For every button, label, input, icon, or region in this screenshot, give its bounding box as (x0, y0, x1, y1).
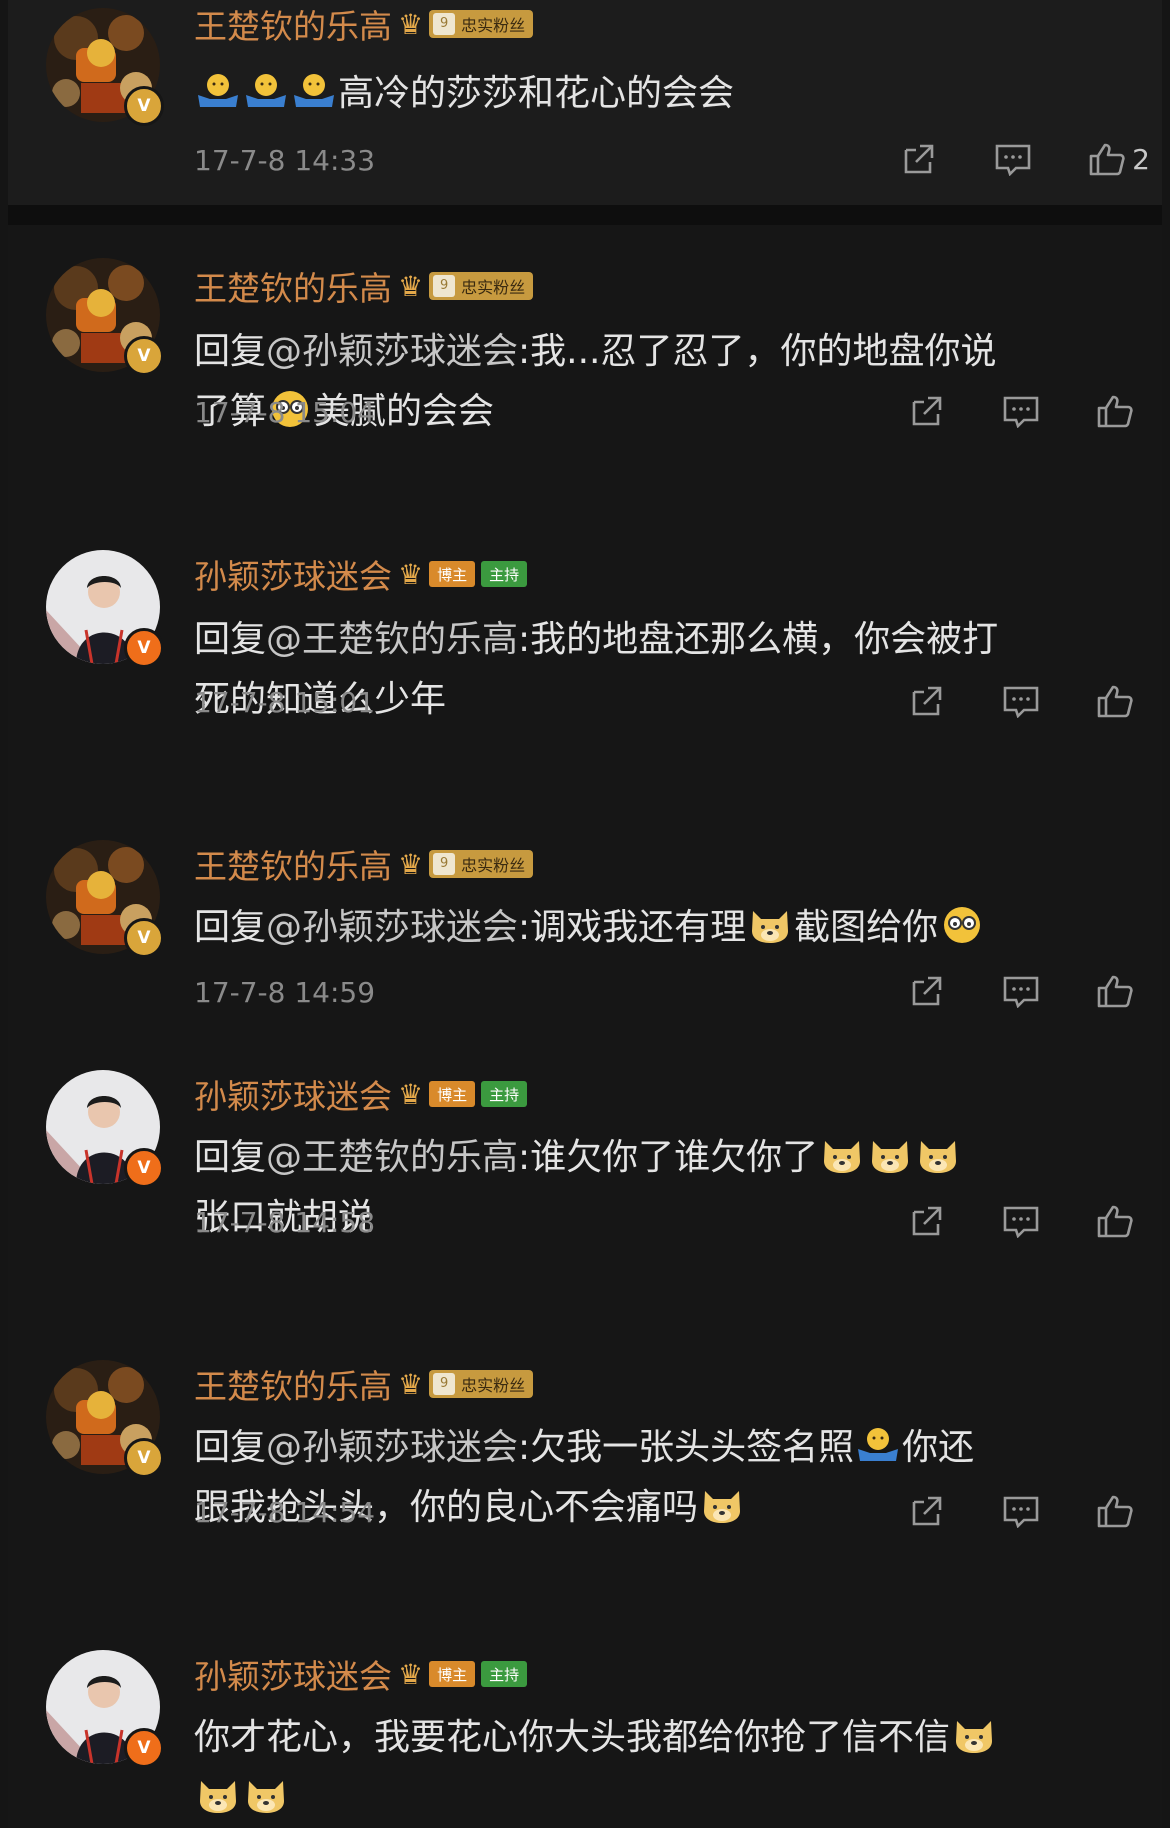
timestamp: 17-7-8 15:04 (194, 396, 376, 429)
doge-emoji-icon (248, 1781, 284, 1813)
like-icon[interactable] (1096, 684, 1134, 718)
verified-icon: V (124, 918, 164, 958)
mention-link[interactable]: @孙颖莎球迷会 (266, 1427, 518, 1468)
doge-emoji-icon (920, 1141, 957, 1173)
like-count: 2 (1132, 142, 1150, 176)
share-icon[interactable] (908, 1204, 946, 1238)
timestamp: 17-7-8 14:54 (194, 1496, 376, 1529)
mention-link[interactable]: @孙颖莎球迷会 (266, 331, 518, 372)
comment-text: 回复@孙颖莎球迷会:调戏我还有理 截图给你 (194, 898, 1124, 958)
share-icon[interactable] (908, 394, 946, 428)
comment-item: V 孙颖莎球迷会 ♛ 博主 主持 回复@王楚钦的乐高:我的地盘还那么横，你会被打… (8, 510, 1162, 800)
comment-icon[interactable] (1002, 684, 1040, 718)
share-icon[interactable] (908, 1494, 946, 1528)
comment-item: V 王楚钦的乐高 ♛ 9 忠实粉丝 回复@孙颖莎球迷会:欠我一张头头签名照 你还 跟… (8, 1320, 1162, 1610)
crown-icon: ♛ (398, 847, 424, 881)
like-icon[interactable] (1096, 1204, 1134, 1238)
verified-icon: V (124, 1438, 164, 1478)
like-icon[interactable] (1096, 974, 1134, 1008)
fan-badge: 9 忠实粉丝 (429, 1370, 534, 1398)
fan-badge: 9 忠实粉丝 (429, 850, 534, 878)
like-icon[interactable] (1096, 394, 1134, 428)
verified-icon: V (124, 86, 164, 126)
crown-icon: ♛ (398, 7, 424, 41)
avatar[interactable]: V (44, 548, 164, 668)
host-tag: 主持 (481, 1661, 528, 1687)
username[interactable]: 孙颖莎球迷会 (194, 550, 392, 598)
verified-icon: V (124, 628, 164, 668)
verified-icon: V (124, 336, 164, 376)
mention-link[interactable]: @王楚钦的乐高 (266, 1137, 518, 1178)
glasses-emoji-icon (943, 906, 982, 944)
username[interactable]: 孙颖莎球迷会 (194, 1650, 392, 1698)
username[interactable]: 王楚钦的乐高 (194, 0, 392, 48)
doge-emoji-icon (872, 1141, 909, 1173)
doge-emoji-icon (200, 1781, 236, 1813)
comment-item: V 孙颖莎球迷会 ♛ 博主 主持 你才花心，我要花心你大头我都给你抢了信不信 (8, 1610, 1162, 1828)
shrug-emoji-icon (858, 1428, 899, 1461)
crown-icon: ♛ (398, 557, 424, 591)
mention-link[interactable]: @王楚钦的乐高 (266, 619, 518, 660)
avatar[interactable]: V (46, 1360, 164, 1478)
crown-icon: ♛ (398, 1077, 424, 1111)
crown-icon: ♛ (398, 1657, 424, 1691)
doge-emoji-icon (824, 1141, 861, 1173)
comment-icon[interactable] (1002, 1494, 1040, 1528)
comment-item: V 王楚钦的乐高 ♛ 9 忠实粉丝 回复@孙颖莎球迷会:我...忍了忍了，你的地盘… (8, 222, 1162, 512)
share-icon[interactable] (900, 142, 938, 176)
share-icon[interactable] (908, 684, 946, 718)
fan-badge: 9 忠实粉丝 (429, 10, 534, 38)
like-icon (1089, 143, 1125, 176)
host-tag: 主持 (481, 1081, 528, 1107)
comment-item: V 孙颖莎球迷会 ♛ 博主 主持 回复@王楚钦的乐高:谁欠你了谁欠你了 张口就胡… (8, 1030, 1162, 1320)
avatar[interactable]: V (44, 1648, 164, 1768)
doge-emoji-icon (956, 1721, 993, 1753)
shrug-emoji-icon (198, 74, 238, 107)
doge-emoji-icon (752, 911, 789, 943)
like-button[interactable]: 2 (1088, 142, 1150, 176)
comment-item: V 王楚钦的乐高 ♛ 9 忠实粉丝 回复@孙颖莎球迷会:调戏我还有理 截图给你 17… (8, 800, 1162, 1030)
shrug-emoji-icon (246, 74, 286, 107)
verified-icon: V (124, 1728, 164, 1768)
timestamp: 17-7-8 14:33 (194, 144, 376, 177)
mention-link[interactable]: @孙颖莎球迷会 (266, 907, 518, 948)
verified-icon: V (124, 1148, 164, 1188)
crown-icon: ♛ (398, 1367, 424, 1401)
avatar[interactable]: V (46, 258, 164, 376)
avatar[interactable]: V (46, 840, 164, 958)
comment-icon[interactable] (1002, 1204, 1040, 1238)
blogger-tag: 博主 (429, 1081, 476, 1107)
username[interactable]: 王楚钦的乐高 (194, 1360, 392, 1408)
share-icon[interactable] (908, 974, 946, 1008)
username[interactable]: 孙颖莎球迷会 (194, 1070, 392, 1118)
comment-icon[interactable] (1002, 394, 1040, 428)
comment-text: 高冷的莎莎和花心的会会 (194, 64, 1124, 124)
comment-text: 你才花心，我要花心你大头我都给你抢了信不信 (194, 1708, 1144, 1828)
blogger-tag: 博主 (429, 561, 476, 587)
blogger-tag: 博主 (429, 1661, 476, 1687)
username[interactable]: 王楚钦的乐高 (194, 262, 392, 310)
comment-icon[interactable] (1002, 974, 1040, 1008)
crown-icon: ♛ (398, 269, 424, 303)
doge-emoji-icon (704, 1491, 741, 1523)
host-tag: 主持 (481, 561, 528, 587)
like-icon[interactable] (1096, 1494, 1134, 1528)
comment-icon[interactable] (994, 142, 1032, 176)
fan-badge: 9 忠实粉丝 (429, 272, 534, 300)
avatar[interactable]: V (44, 1068, 164, 1188)
timestamp: 17-7-8 14:59 (194, 976, 376, 1009)
username[interactable]: 王楚钦的乐高 (194, 840, 392, 888)
avatar[interactable]: V (46, 8, 164, 126)
timestamp: 17-7-8 14:58 (194, 1206, 376, 1239)
comment-item: V 王楚钦的乐高 ♛ 9 忠实粉丝 高冷的莎莎和花心的会会 17-7-8 14:3… (8, 2, 1162, 202)
shrug-emoji-icon (294, 74, 334, 107)
timestamp: 17-7-8 15:01 (194, 686, 376, 719)
